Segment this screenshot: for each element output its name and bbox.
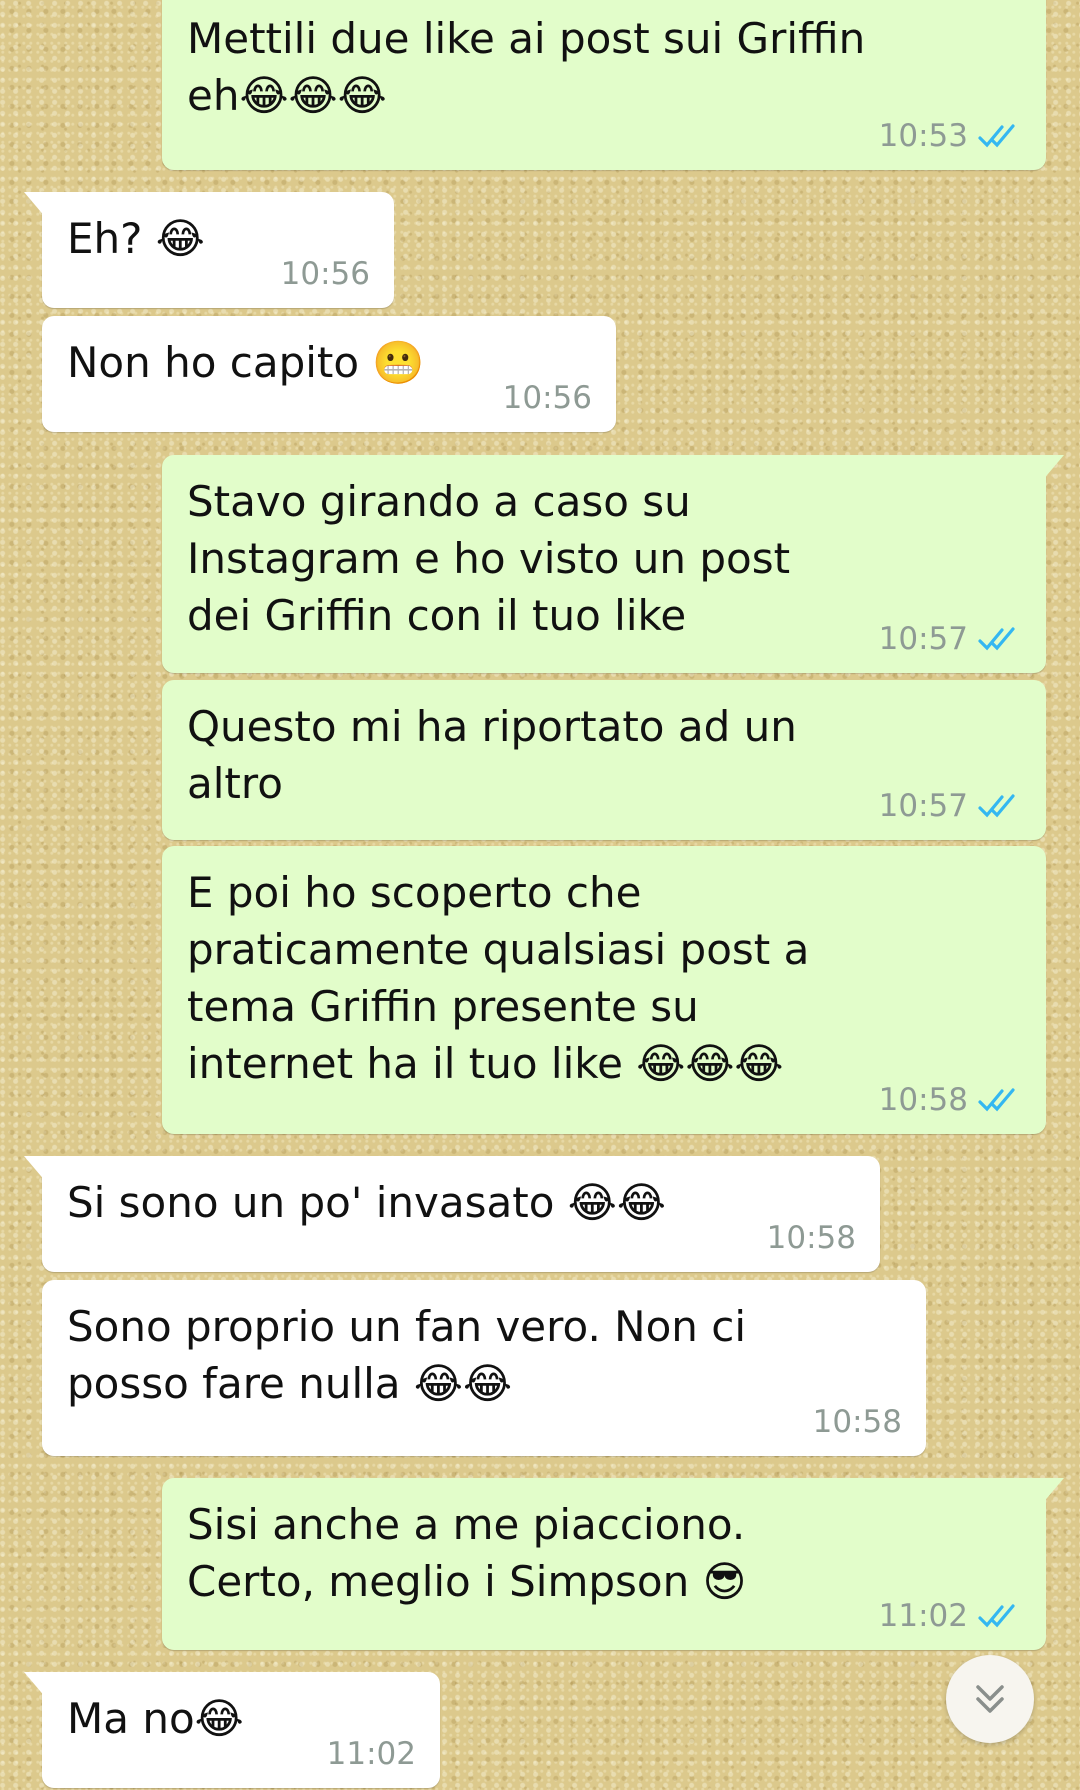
message-meta: 10:58	[767, 1218, 856, 1258]
message-bubble-incoming[interactable]: Si sono un po' invasato 😂😂 10:58	[24, 1156, 880, 1272]
message-meta: 10:57	[879, 786, 1022, 826]
message-text: Stavo girando a caso su Instagram e ho v…	[187, 477, 791, 640]
message-bubble-incoming[interactable]: Non ho capito 😬 10:56	[42, 316, 616, 432]
message-time: 10:58	[812, 1404, 902, 1440]
message-bubble-outgoing[interactable]: Mettili due like ai post sui Griffin eh😂…	[162, 0, 1046, 170]
message-text: Eh? 😂	[67, 214, 205, 263]
chevron-double-down-icon	[976, 1685, 1004, 1713]
message-time: 10:58	[766, 1220, 856, 1256]
message-text: Ma no😂	[67, 1694, 244, 1743]
message-time: 11:02	[326, 1736, 416, 1772]
message-time: 10:57	[878, 788, 968, 824]
message-time: 10:56	[280, 256, 370, 292]
double-check-icon	[978, 124, 1015, 148]
message-bubble-outgoing[interactable]: Stavo girando a caso su Instagram e ho v…	[162, 455, 1064, 673]
bubble-tail	[1042, 1478, 1064, 1504]
message-text: Questo mi ha riportato ad un altro	[187, 702, 797, 808]
double-check-icon	[978, 794, 1015, 818]
chat-area: Mettili due like ai post sui Griffin eh😂…	[0, 0, 1080, 1790]
bubble-tail	[24, 1672, 46, 1698]
bubble-tail	[24, 192, 46, 218]
message-bubble-incoming[interactable]: Ma no😂 11:02	[24, 1672, 440, 1788]
message-meta: 10:58	[879, 1080, 1022, 1120]
message-meta: 10:58	[813, 1402, 902, 1442]
message-meta: 10:56	[503, 378, 592, 418]
message-text: Si sono un po' invasato 😂😂	[67, 1178, 666, 1227]
message-time: 10:57	[878, 621, 968, 657]
bubble-tail	[1042, 455, 1064, 481]
message-time: 10:53	[878, 118, 968, 154]
bubble-tail	[24, 1156, 46, 1182]
double-check-icon	[978, 627, 1015, 651]
message-text: Sono proprio un fan vero. Non ci posso f…	[67, 1302, 746, 1408]
message-meta: 10:57	[879, 619, 1022, 659]
double-check-icon	[978, 1604, 1015, 1628]
message-bubble-outgoing[interactable]: E poi ho scoperto che praticamente quals…	[162, 846, 1046, 1134]
message-time: 11:02	[878, 1598, 968, 1634]
message-time: 10:56	[502, 380, 592, 416]
message-text: Non ho capito 😬	[67, 338, 425, 387]
message-meta: 11:02	[327, 1734, 416, 1774]
message-meta: 10:53	[879, 116, 1022, 156]
scroll-to-bottom-button[interactable]	[946, 1655, 1034, 1743]
message-text: Mettili due like ai post sui Griffin eh😂…	[187, 14, 866, 120]
message-meta: 10:56	[281, 254, 370, 294]
message-bubble-incoming[interactable]: Sono proprio un fan vero. Non ci posso f…	[42, 1280, 926, 1456]
message-meta: 11:02	[879, 1596, 1022, 1636]
message-text: Sisi anche a me piacciono. Certo, meglio…	[187, 1500, 747, 1606]
message-bubble-outgoing[interactable]: Questo mi ha riportato ad un altro 10:57	[162, 680, 1046, 840]
message-text: E poi ho scoperto che praticamente quals…	[187, 868, 810, 1088]
message-bubble-outgoing[interactable]: Sisi anche a me piacciono. Certo, meglio…	[162, 1478, 1064, 1650]
message-bubble-incoming[interactable]: Eh? 😂 10:56	[24, 192, 394, 308]
double-check-icon	[978, 1088, 1015, 1112]
message-time: 10:58	[878, 1082, 968, 1118]
